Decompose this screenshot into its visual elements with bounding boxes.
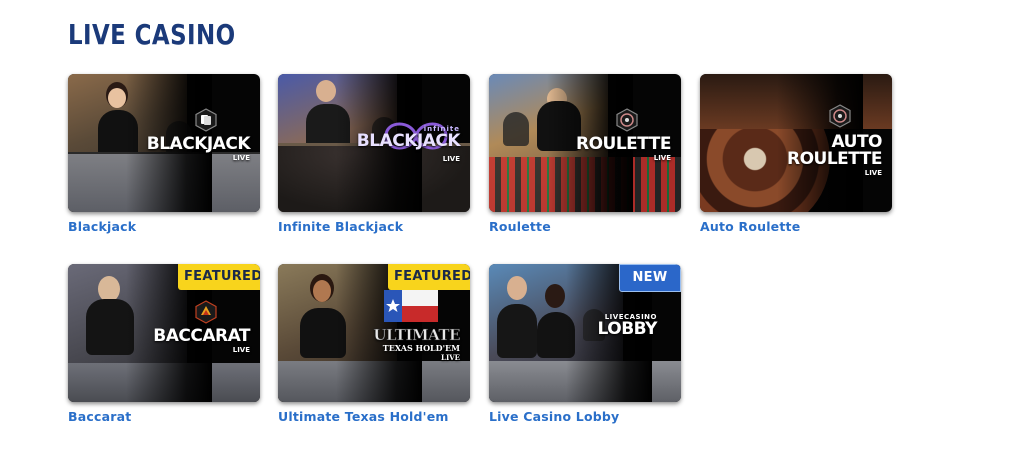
logo-sub-text: LIVE xyxy=(864,169,882,177)
game-title-link[interactable]: Baccarat xyxy=(68,409,260,424)
game-tile-live-casino-lobby[interactable]: NEW LIVECASINO LOBBY Live Casino Lobby xyxy=(489,264,681,424)
logo-text: BLACKJACK xyxy=(146,134,251,154)
game-tile-ultimate-texas-holdem[interactable]: FEATURED ULTIMATE TEXAS HOLD'EM LIVE Ult… xyxy=(278,264,470,424)
logo-text: ROULETTE xyxy=(576,134,672,154)
dealer-face xyxy=(507,276,527,300)
game-thumbnail[interactable]: NEW LIVECASINO LOBBY xyxy=(489,264,681,402)
logo-text-line-2: TEXAS HOLD'EM xyxy=(382,343,460,353)
texas-flag-icon xyxy=(384,290,438,322)
background-dealer-figure xyxy=(503,111,529,146)
game-thumbnail[interactable]: ROULETTE LIVE xyxy=(489,74,681,212)
game-tile-baccarat[interactable]: FEATURED BACCARAT LIVE Baccarat xyxy=(68,264,260,424)
logo-text: BACCARAT xyxy=(153,326,250,346)
baccarat-icon xyxy=(194,300,218,324)
game-thumbnail[interactable]: FEATURED ULTIMATE TEXAS HOLD'EM LIVE xyxy=(278,264,470,402)
section-title: LIVE CASINO xyxy=(68,18,236,51)
logo-sub-text: LIVE xyxy=(653,154,671,162)
game-logo: ROULETTE LIVE xyxy=(576,134,672,162)
game-logo: AUTO ROULETTE LIVE xyxy=(787,134,883,177)
logo-sub-text: LIVE xyxy=(442,155,460,163)
cards-icon xyxy=(194,108,218,132)
dealer-face xyxy=(316,80,336,102)
logo-sub-text: LIVE xyxy=(232,154,250,162)
game-title-link[interactable]: Roulette xyxy=(489,219,681,234)
featured-badge: FEATURED xyxy=(388,264,470,290)
logo-text: LOBBY xyxy=(597,319,658,339)
game-title-link[interactable]: Live Casino Lobby xyxy=(489,409,681,424)
game-tile-roulette[interactable]: ROULETTE LIVE Roulette xyxy=(489,74,681,234)
game-tile-auto-roulette[interactable]: AUTO ROULETTE LIVE Auto Roulette xyxy=(700,74,892,234)
game-title-link[interactable]: Infinite Blackjack xyxy=(278,219,470,234)
game-title-link[interactable]: Blackjack xyxy=(68,219,260,234)
new-badge: NEW xyxy=(619,264,681,292)
dealer-face xyxy=(108,88,126,108)
logo-sub-text: LIVE xyxy=(232,346,250,354)
game-tile-infinite-blackjack[interactable]: infinite BLACKJACK LIVE Infinite Blackja… xyxy=(278,74,470,234)
game-title-link[interactable]: Auto Roulette xyxy=(700,219,892,234)
game-logo: BACCARAT LIVE xyxy=(153,328,250,354)
logo-sub-text: LIVE xyxy=(441,353,460,362)
dealer-face xyxy=(98,276,120,302)
dealer-figure xyxy=(497,303,537,358)
dealer-face xyxy=(313,280,331,302)
game-logo: ULTIMATE TEXAS HOLD'EM LIVE xyxy=(373,326,461,362)
logo-text-line-2: ROULETTE xyxy=(787,149,883,169)
game-logo: BLACKJACK LIVE xyxy=(146,134,251,162)
game-logo: infinite BLACKJACK LIVE xyxy=(356,126,461,163)
game-tile-blackjack[interactable]: BLACKJACK LIVE Blackjack xyxy=(68,74,260,234)
roulette-wheel-icon xyxy=(828,104,852,128)
game-thumbnail[interactable]: infinite BLACKJACK LIVE xyxy=(278,74,470,212)
game-logo: LIVECASINO LOBBY xyxy=(597,314,658,339)
logo-text: ULTIMATE xyxy=(373,326,461,344)
roulette-wheel-icon xyxy=(615,108,639,132)
logo-text: BLACKJACK xyxy=(356,131,461,151)
game-title-link[interactable]: Ultimate Texas Hold'em xyxy=(278,409,470,424)
game-thumbnail[interactable]: AUTO ROULETTE LIVE xyxy=(700,74,892,212)
featured-badge: FEATURED xyxy=(178,264,260,290)
game-thumbnail[interactable]: FEATURED BACCARAT LIVE xyxy=(68,264,260,402)
game-thumbnail[interactable]: BLACKJACK LIVE xyxy=(68,74,260,212)
second-dealer-hair xyxy=(545,284,565,308)
